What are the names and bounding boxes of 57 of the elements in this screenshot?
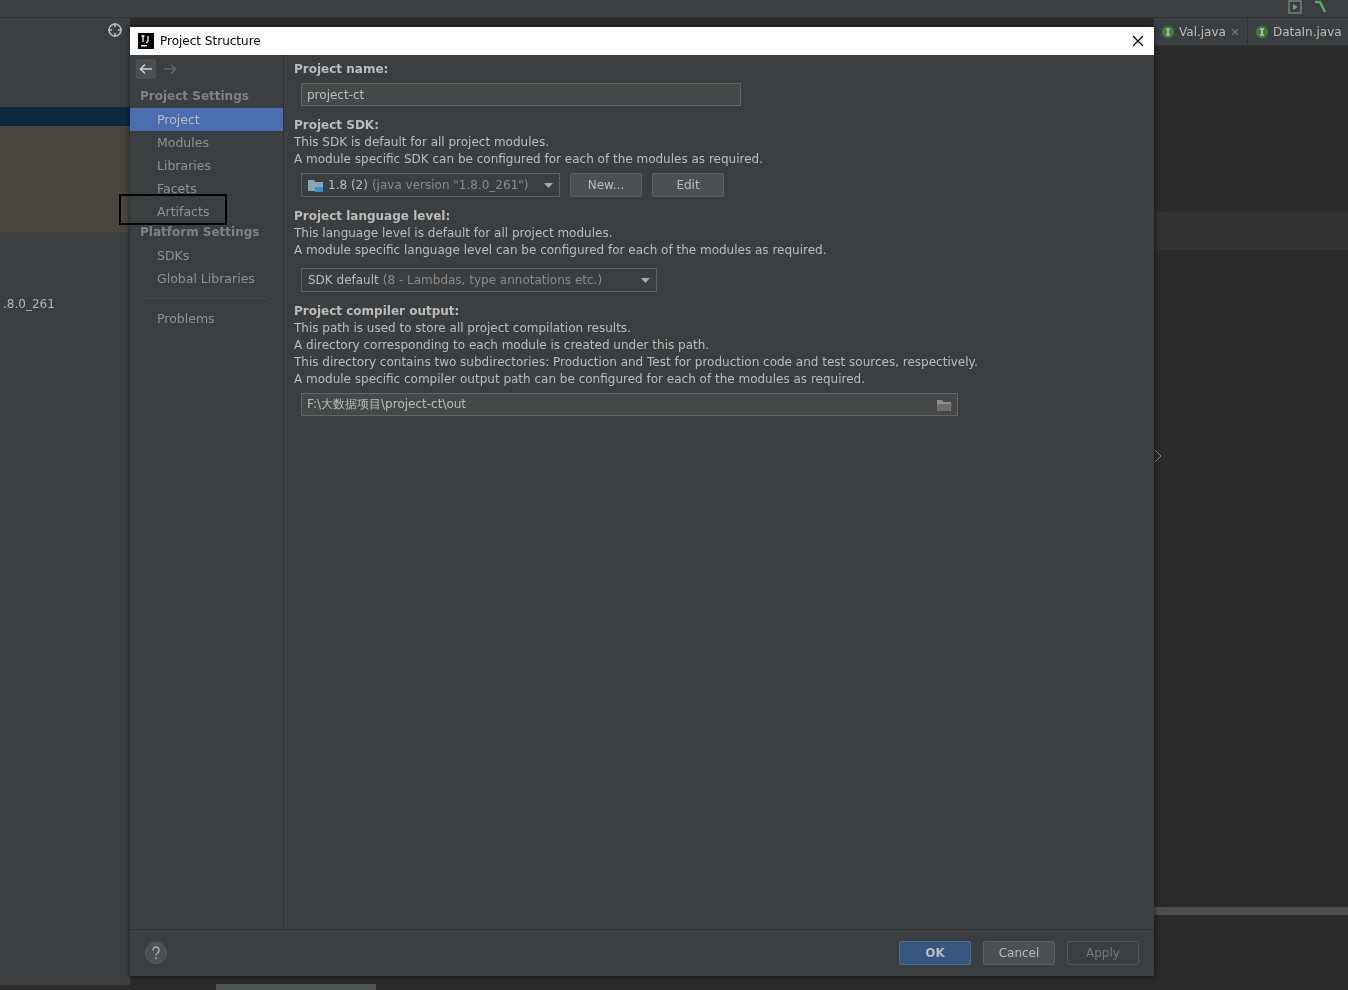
dropdown-detail: (8 - Lambdas, type annotations etc.) — [382, 273, 604, 287]
dropdown[interactable]: 1.8 (2) (java version "1.8.0_261") — [301, 173, 560, 197]
dropdown[interactable]: SDK default (8 - Lambdas, type annotations etc.) — [301, 268, 657, 292]
sidebar-item[interactable]: Libraries — [130, 154, 283, 177]
description-text: A module specific language level can be configured for each of the modules as required. — [294, 242, 828, 259]
sidebar-item[interactable]: Artifacts — [130, 200, 283, 223]
description-text: A module specific compiler output path can be configured for each of the modules as required. — [294, 371, 866, 388]
dropdown-detail: (java version "1.8.0_261") — [371, 178, 530, 192]
section-heading: Platform Settings — [139, 224, 261, 241]
action-button[interactable]: Edit — [652, 173, 724, 197]
chevron-right-icon — [1154, 449, 1162, 463]
sidebar-item[interactable]: Modules — [130, 131, 283, 154]
app-logo-icon — [138, 33, 154, 49]
interface-icon — [1255, 25, 1268, 38]
action-button[interactable]: New... — [570, 173, 642, 197]
dropdown-caret-icon — [544, 182, 553, 188]
sdk-version-label: .8.0_261 — [3, 297, 55, 311]
dialog-button[interactable]: Cancel — [983, 941, 1055, 965]
path-field[interactable]: F:\大数据项目\project-ct\out — [301, 393, 958, 416]
ok-button[interactable]: OK — [899, 941, 971, 965]
back-button[interactable] — [136, 59, 156, 79]
sidebar-item[interactable]: Global Libraries — [130, 267, 283, 290]
description-text: This path is used to store all project compilation results. — [294, 320, 632, 337]
dropdown-value: 1.8 (2) — [328, 178, 368, 192]
section-heading: Project name: — [294, 61, 390, 78]
sidebar-item[interactable]: SDKs — [130, 244, 283, 267]
editor-tab[interactable]: DataIn.java — [1247, 18, 1348, 45]
sidebar-item[interactable]: Project — [130, 108, 283, 131]
description-text: A module specific SDK can be configured for each of the modules as required. — [294, 151, 764, 168]
section-heading: Project compiler output: — [294, 303, 461, 320]
close-icon — [1132, 35, 1144, 47]
section-heading: Project Settings — [139, 88, 250, 105]
question-mark-icon — [151, 946, 161, 960]
description-text: This directory contains two subdirectories: Production and Test for production code and test sources, respectively. — [294, 354, 979, 371]
dropdown-value: SDK default — [308, 273, 379, 287]
sidebar-item[interactable]: Problems — [130, 307, 283, 330]
tab-label: Val.java — [1179, 24, 1226, 39]
section-heading: Project SDK: — [294, 117, 380, 134]
description-text: This language level is default for all project modules. — [294, 225, 614, 242]
help-button[interactable] — [145, 942, 167, 964]
section-heading: Project language level: — [294, 208, 452, 225]
sidebar-item[interactable]: Facets — [130, 177, 283, 200]
arrow-left-icon — [139, 63, 153, 75]
tab-label: DataIn.java — [1272, 24, 1342, 39]
horizontal-scrollbar[interactable] — [1154, 907, 1348, 915]
description-text: This SDK is default for all project modules. — [294, 134, 550, 151]
run-icon — [1288, 0, 1302, 14]
interface-icon — [1162, 25, 1174, 38]
folder-icon — [937, 398, 952, 411]
locate-icon — [107, 22, 123, 38]
text-field[interactable]: project-ct — [301, 83, 741, 106]
dialog-title: Project Structure — [160, 34, 262, 48]
close-button[interactable] — [1130, 33, 1146, 49]
arrow-right-icon — [163, 63, 177, 75]
dropdown-caret-icon — [641, 277, 650, 283]
description-text: A directory corresponding to each module is created under this path. — [294, 337, 711, 354]
folder-icon — [308, 178, 324, 192]
